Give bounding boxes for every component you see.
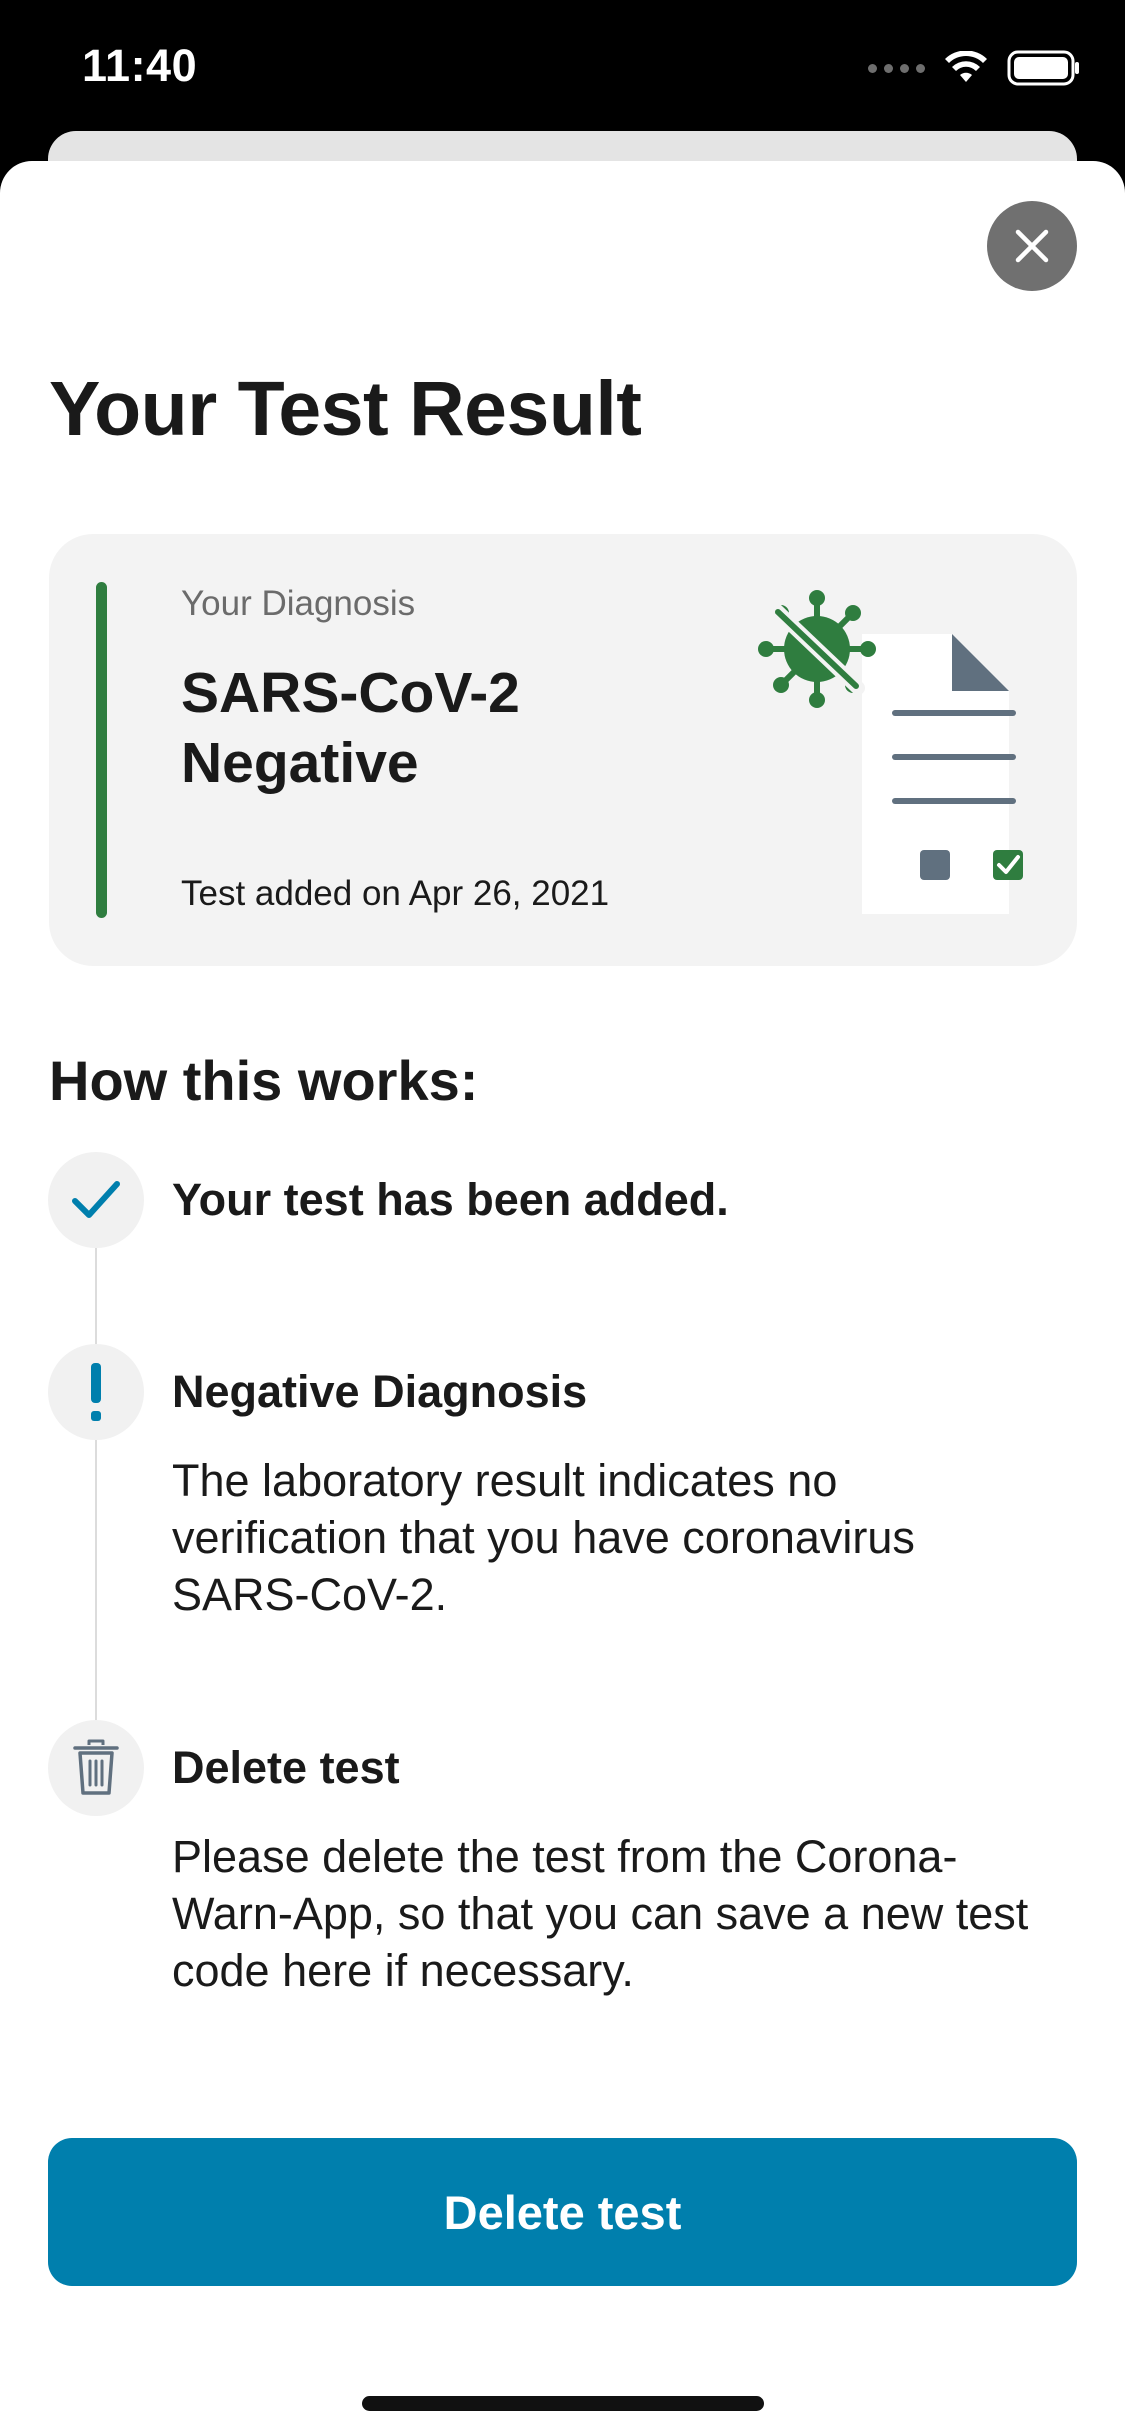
battery-icon bbox=[1007, 50, 1079, 86]
status-icons bbox=[868, 46, 1081, 90]
timeline-connector bbox=[95, 1438, 97, 1720]
wifi-icon bbox=[945, 51, 987, 82]
modal-sheet bbox=[0, 161, 1125, 2436]
page-title: Your Test Result bbox=[49, 366, 642, 452]
diagnosis-card: Your Diagnosis SARS-CoV-2 Negative Test … bbox=[49, 534, 1077, 966]
step-3-body: Please delete the test from the Corona-W… bbox=[172, 1831, 1029, 1996]
how-this-works-title: How this works: bbox=[49, 1049, 479, 1112]
step-check-badge bbox=[48, 1152, 144, 1248]
diagnosis-value: SARS-CoV-2 Negative bbox=[181, 658, 601, 798]
close-icon bbox=[1015, 229, 1049, 263]
status-time: 11:40 bbox=[82, 40, 198, 91]
diagnosis-value-line1: SARS-CoV-2 bbox=[181, 661, 520, 725]
checkmark-icon bbox=[72, 1181, 120, 1218]
step-3-title: Delete test bbox=[172, 1742, 400, 1793]
home-indicator[interactable] bbox=[362, 2396, 764, 2411]
cellular-signal-icon bbox=[868, 63, 925, 73]
test-added-date: Test added on Apr 26, 2021 bbox=[181, 874, 610, 913]
diagnosis-value-line2: Negative bbox=[181, 731, 419, 795]
step-1-title: Your test has been added. bbox=[172, 1174, 729, 1225]
step-warning-badge bbox=[48, 1344, 144, 1440]
trash-icon bbox=[73, 1739, 119, 1795]
result-status-stripe bbox=[96, 582, 107, 918]
step-2-title: Negative Diagnosis bbox=[172, 1366, 588, 1417]
test-result-screen: 11:40 Your Test Result Your Diagnosis SA… bbox=[0, 0, 1125, 2436]
negative-test-document-illustration bbox=[758, 590, 1023, 914]
close-button[interactable] bbox=[987, 201, 1077, 291]
diagnosis-label: Your Diagnosis bbox=[181, 584, 416, 623]
step-2-body: The laboratory result indicates no verif… bbox=[172, 1455, 915, 1620]
step-delete-badge bbox=[48, 1720, 144, 1816]
delete-test-button[interactable]: Delete test bbox=[48, 2138, 1077, 2286]
exclamation-icon bbox=[91, 1363, 101, 1421]
timeline-connector bbox=[95, 1246, 97, 1346]
